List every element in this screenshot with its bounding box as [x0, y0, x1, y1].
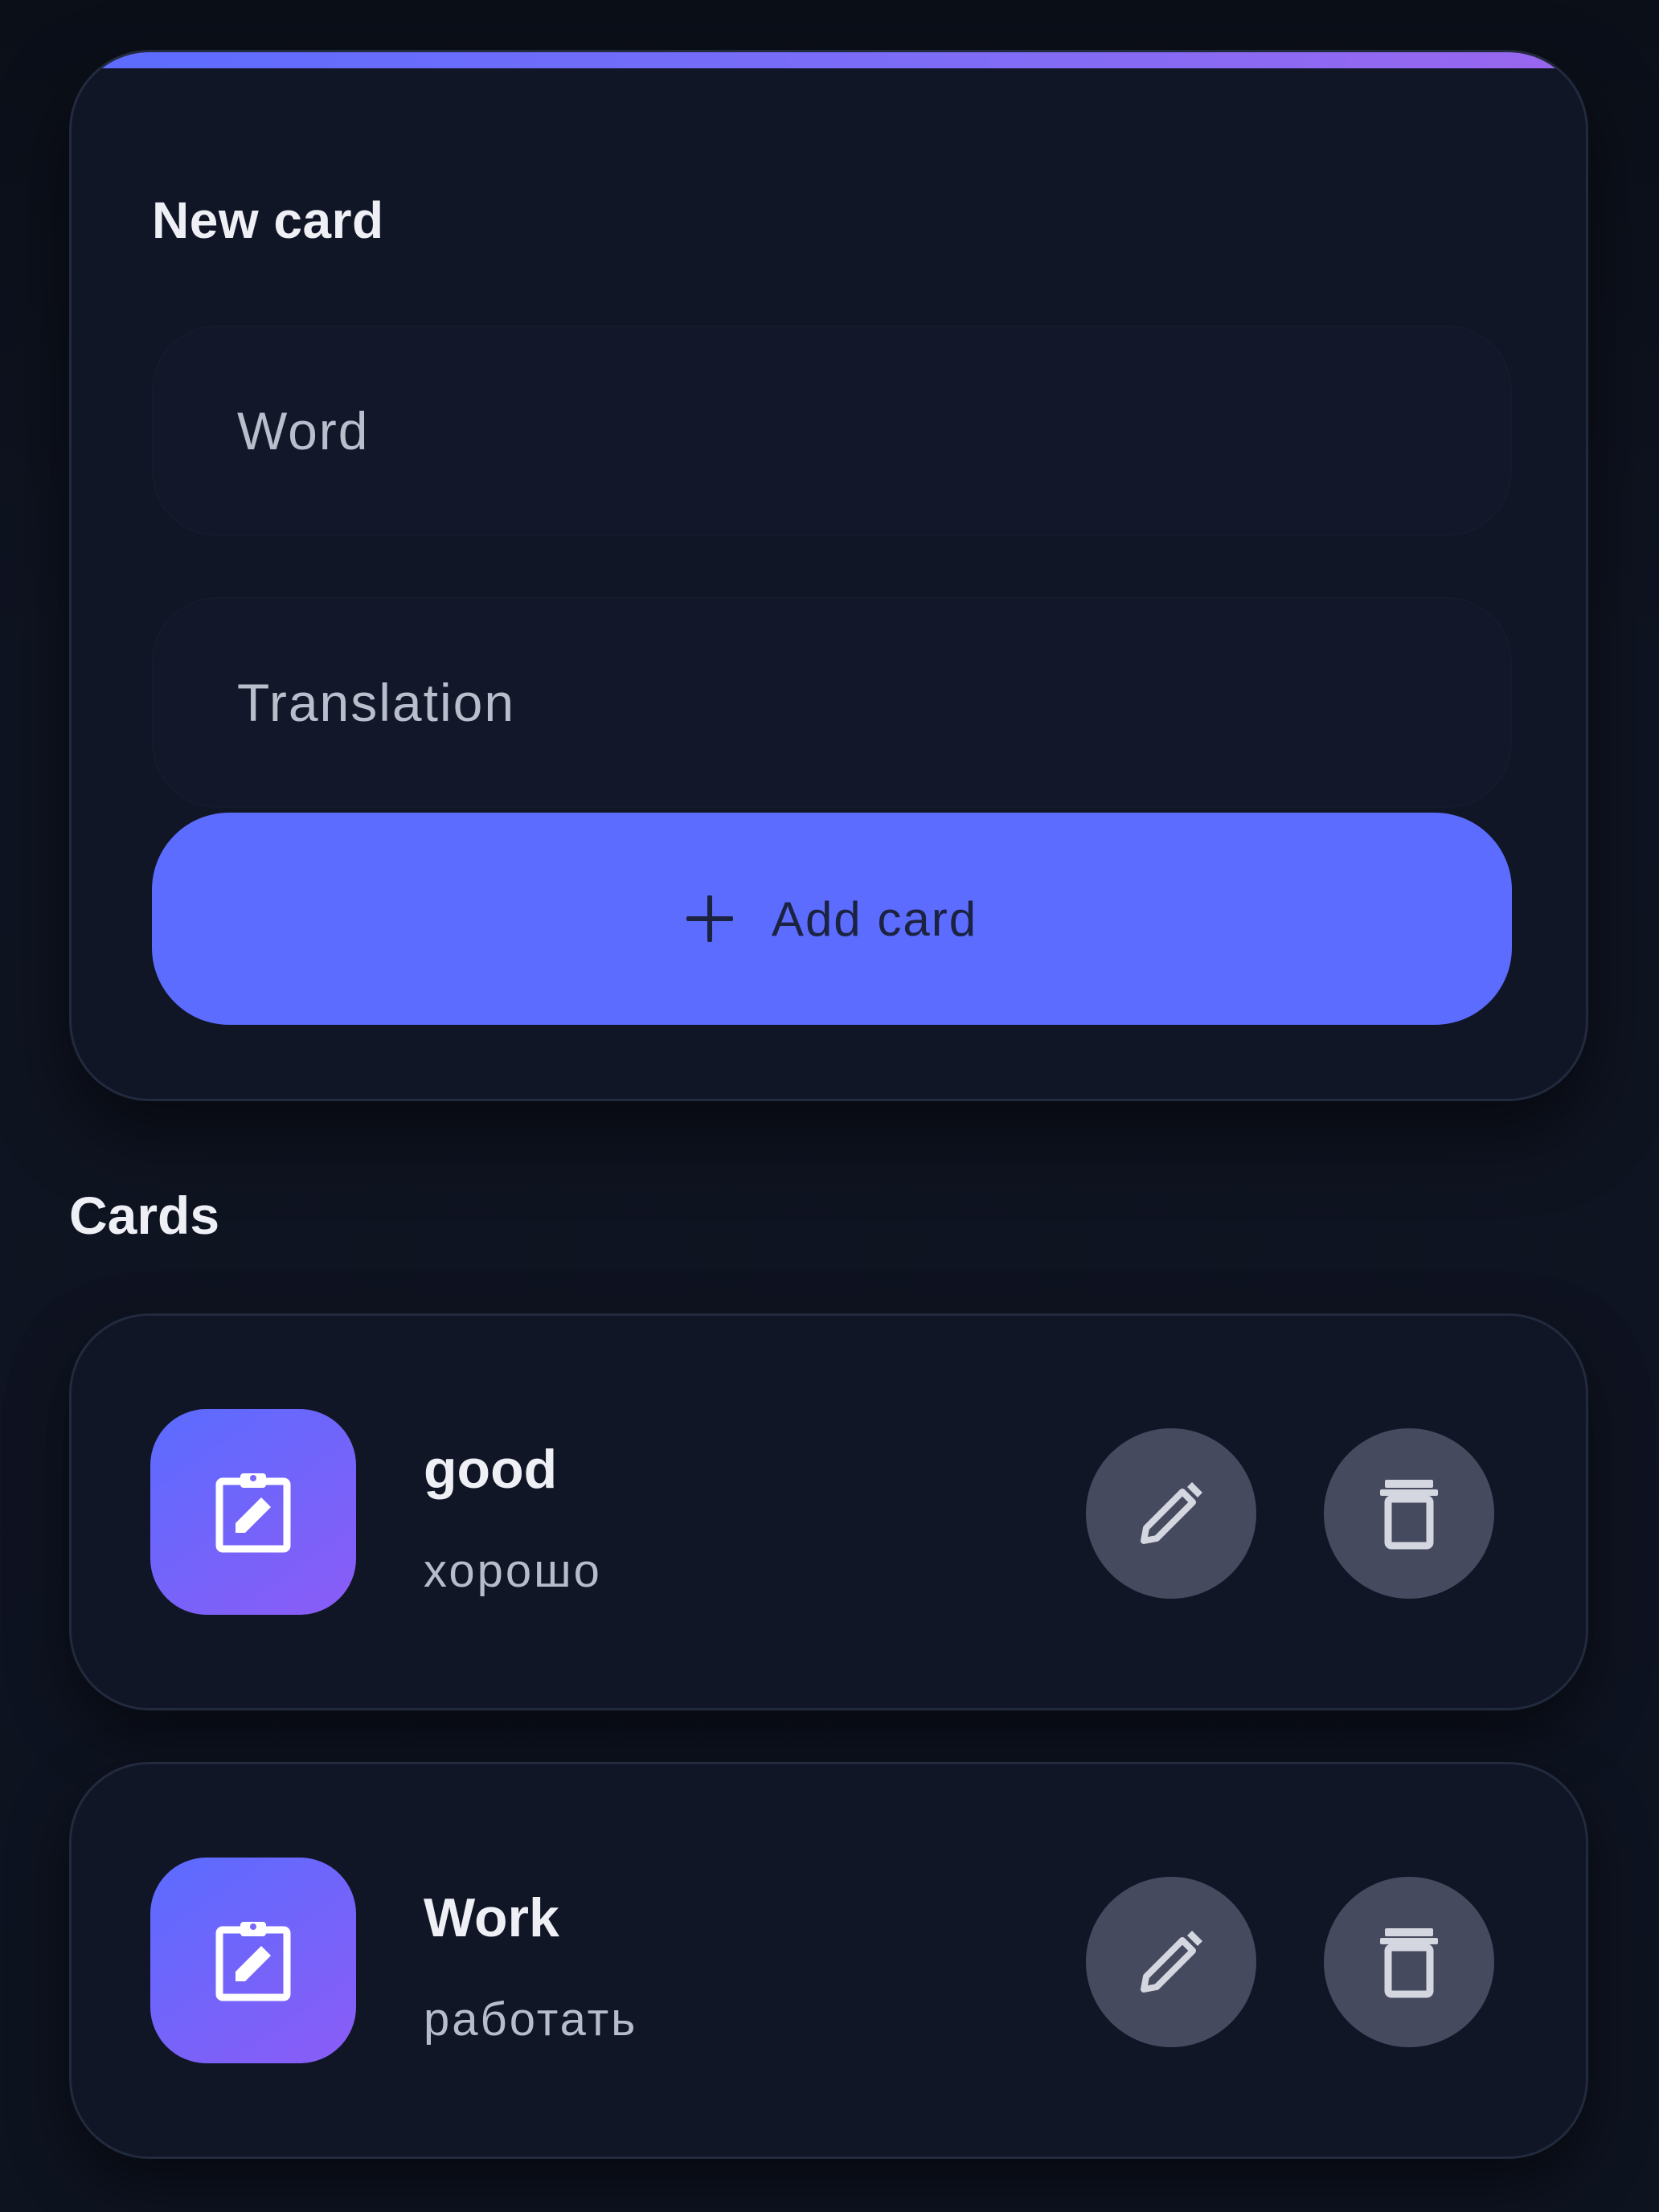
- clipboard-edit-icon: [150, 1858, 356, 2063]
- add-card-button[interactable]: Add card: [152, 813, 1512, 1025]
- trash-icon: [1380, 1480, 1438, 1550]
- card-translation: хорошо: [424, 1545, 602, 1597]
- trash-icon: [1380, 1928, 1438, 1998]
- plus-icon: [686, 895, 733, 942]
- card-item: good хорошо: [69, 1313, 1588, 1710]
- card-translation: работать: [424, 1993, 638, 2046]
- delete-card-button[interactable]: [1324, 1428, 1494, 1599]
- translation-input[interactable]: [152, 597, 1512, 808]
- clipboard-edit-icon: [150, 1409, 356, 1615]
- card-item: Work работать: [69, 1762, 1588, 2159]
- word-field-container: [152, 326, 1512, 536]
- edit-card-button[interactable]: [1086, 1428, 1256, 1599]
- add-card-label: Add card: [771, 891, 978, 946]
- edit-card-button[interactable]: [1086, 1877, 1256, 2047]
- new-card-panel: New card Add card: [69, 50, 1588, 1101]
- pencil-icon: [1141, 1931, 1202, 1993]
- translation-field-container: [152, 597, 1512, 808]
- card-word: Work: [424, 1887, 559, 1948]
- new-card-title: New card: [152, 191, 384, 249]
- delete-card-button[interactable]: [1324, 1877, 1494, 2047]
- cards-section-title: Cards: [69, 1186, 220, 1245]
- word-input[interactable]: [152, 326, 1512, 536]
- card-word: good: [424, 1439, 558, 1500]
- accent-bar: [72, 52, 1586, 68]
- pencil-icon: [1141, 1482, 1202, 1544]
